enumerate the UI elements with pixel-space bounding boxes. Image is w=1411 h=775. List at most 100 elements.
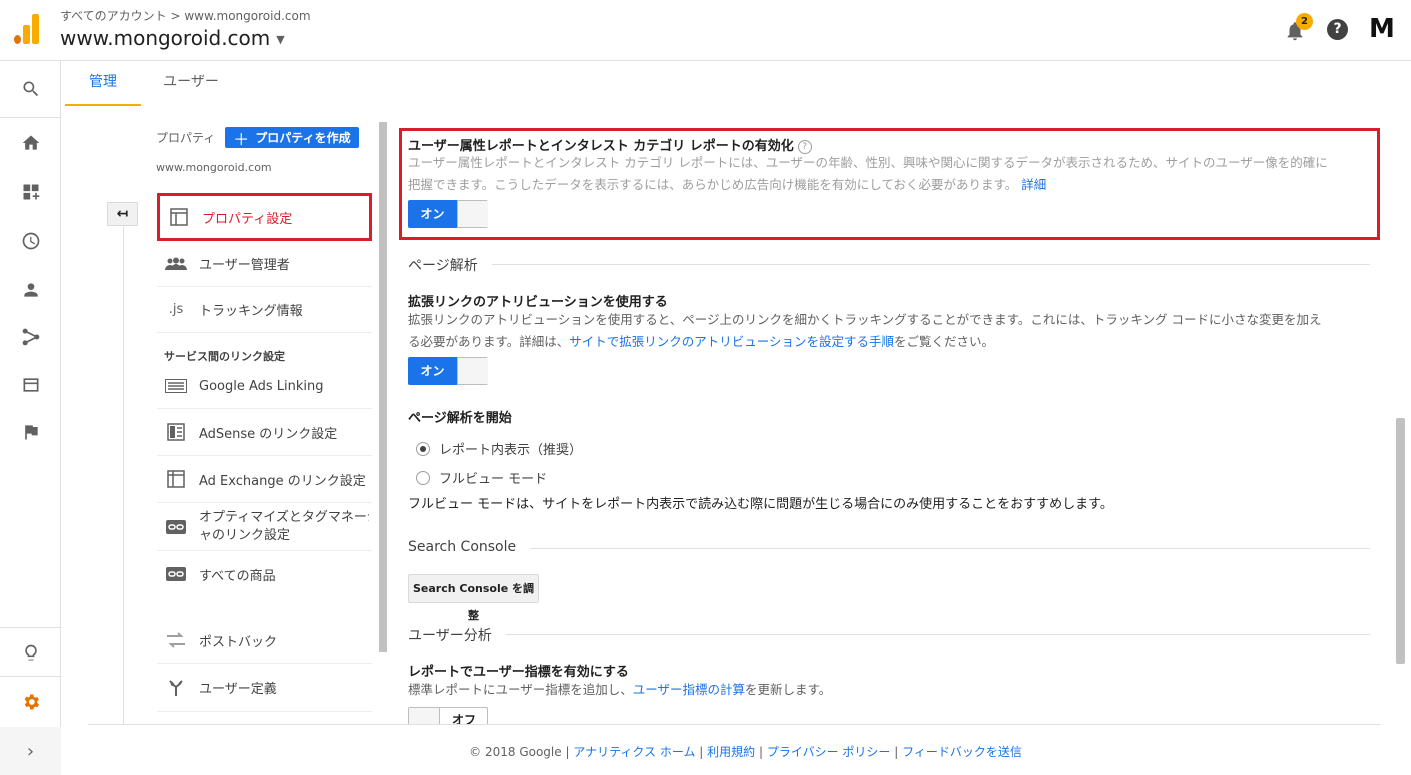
- copyright: © 2018 Google |: [469, 745, 570, 759]
- settings-gear-icon[interactable]: [0, 678, 61, 726]
- section-divider: [408, 634, 1370, 635]
- create-property-label: プロパティを作成: [255, 131, 351, 145]
- toggle-knob: [409, 708, 440, 725]
- main-scrollbar[interactable]: [1396, 418, 1405, 664]
- account-name: www.mongoroid.com: [60, 26, 271, 50]
- home-icon[interactable]: [0, 119, 61, 167]
- footer: © 2018 Google | アナリティクス ホーム | 利用規約 | プライ…: [469, 745, 1022, 759]
- sidebar-item-google-ads-linking[interactable]: Google Ads Linking: [157, 364, 372, 409]
- radio-selected-icon: [416, 441, 430, 456]
- user-metrics-toggle[interactable]: オフ: [408, 707, 488, 725]
- learn-more-link[interactable]: 詳細: [1021, 177, 1046, 192]
- sidebar-item-adsense-linking[interactable]: AdSense のリンク設定: [157, 409, 372, 456]
- divider: [123, 226, 124, 725]
- sidebar-item-label-line1: オプティマイズとタグマネージ: [199, 509, 369, 525]
- demographics-toggle[interactable]: オン: [408, 200, 488, 228]
- sidebar-item-ad-exchange-linking[interactable]: Ad Exchange のリンク設定: [157, 456, 372, 503]
- enhanced-link-title: 拡張リンクのアトリビューションを使用する: [408, 295, 668, 310]
- link-icon: [165, 563, 187, 585]
- customization-icon[interactable]: [0, 168, 61, 216]
- radio-in-report[interactable]: レポート内表示（推奨）: [416, 439, 582, 458]
- custom-definition-icon: [165, 677, 187, 699]
- sidebar-item-label: AdSense のリンク設定: [199, 426, 338, 442]
- search-icon[interactable]: [0, 65, 61, 113]
- analytics-logo-icon[interactable]: [14, 14, 40, 44]
- user-metrics-desc-pre: 標準レポートにユーザー指標を追加し、: [408, 682, 633, 697]
- sidebar-item-label: ポストバック: [199, 634, 278, 650]
- account-selector[interactable]: www.mongoroid.com ▼: [60, 26, 285, 50]
- user-metrics-description: 標準レポートにユーザー指標を追加し、ユーザー指標の計算を更新します。: [408, 679, 1368, 701]
- layout-icon: [168, 206, 190, 228]
- adjust-search-console-button[interactable]: Search Console を調整: [408, 574, 539, 622]
- enhanced-desc-line1: 拡張リンクのアトリビューションを使用すると、ページ上のリンクを細かくトラッキング…: [408, 312, 1322, 327]
- enhanced-link-description: 拡張リンクのアトリビューションを使用すると、ページ上のリンクを細かくトラッキング…: [408, 309, 1368, 353]
- sidebar-item-user-management[interactable]: ユーザー管理者: [157, 241, 372, 287]
- sidebar-item-label: ユーザー定義: [199, 682, 277, 697]
- property-header: プロパティ ＋ プロパティを作成: [156, 127, 359, 149]
- sidebar-item-optimize-tag-manager-linking[interactable]: オプティマイズとタグマネージ ャのリンク設定: [157, 503, 372, 551]
- tab-users[interactable]: ユーザー: [152, 62, 230, 106]
- footer-link-analytics-home[interactable]: アナリティクス ホーム: [573, 745, 695, 759]
- enhanced-link-setup-link[interactable]: サイトで拡張リンクのアトリビューションを設定する手順: [569, 334, 894, 349]
- demographics-desc-line1: ユーザー属性レポートとインタレスト カテゴリ レポートには、ユーザーの年齢、性別…: [408, 155, 1328, 170]
- sidebar-item-tracking-info[interactable]: .js トラッキング情報: [157, 287, 372, 333]
- postback-icon: [165, 629, 187, 651]
- top-header: すべてのアカウント > www.mongoroid.com www.mongor…: [0, 0, 1411, 61]
- property-label: プロパティ: [156, 131, 216, 145]
- enhanced-desc-line2-wrap: る必要があります。詳細は、サイトで拡張リンクのアトリビューションを設定する手順を…: [408, 331, 1368, 353]
- page-analytics-start-label: ページ解析を開始: [408, 411, 512, 426]
- acquisition-icon[interactable]: [0, 313, 61, 361]
- js-icon: .js: [168, 302, 184, 317]
- full-view-note: フルビュー モードは、サイトをレポート内表示で読み込む際に問題が生じる場合にのみ…: [408, 497, 1113, 512]
- footer-link-feedback[interactable]: フィードバックを送信: [902, 745, 1022, 759]
- toggle-off-label: オフ: [451, 713, 476, 725]
- create-property-button[interactable]: ＋ プロパティを作成: [225, 127, 359, 149]
- breadcrumb[interactable]: すべてのアカウント > www.mongoroid.com: [60, 7, 311, 24]
- behavior-icon[interactable]: [0, 361, 61, 409]
- sidebar-item-postbacks[interactable]: ポストバック: [157, 617, 372, 664]
- section-divider: [408, 548, 1370, 549]
- demographics-desc-line2-wrap: 把握できます。こうしたデータを表示するには、あらかじめ広告向け機能を有効にしてお…: [408, 174, 1368, 196]
- sidebar-item-label: トラッキング情報: [199, 304, 303, 319]
- page-analytics-section-title: ページ解析: [408, 255, 492, 275]
- sidebar-item-label: Google Ads Linking: [199, 378, 324, 394]
- chevron-down-icon: ▼: [276, 33, 285, 46]
- avatar[interactable]: M: [1369, 14, 1395, 44]
- radio-label: フルビュー モード: [439, 472, 548, 487]
- footer-divider: [88, 724, 1380, 725]
- enhanced-link-toggle[interactable]: オン: [408, 357, 488, 385]
- sidebar-item-label: Ad Exchange のリンク設定: [199, 473, 366, 489]
- tab-admin[interactable]: 管理: [65, 62, 141, 106]
- column-scrollbar[interactable]: [379, 122, 387, 652]
- toggle-on-label: オン: [408, 357, 457, 385]
- toggle-knob: [457, 358, 488, 384]
- ads-icon: [165, 375, 187, 397]
- sidebar-item-label: プロパティ設定: [202, 211, 293, 227]
- plus-icon: ＋: [233, 129, 250, 149]
- property-url: www.mongoroid.com: [156, 161, 272, 174]
- footer-link-privacy[interactable]: プライバシー ポリシー: [767, 745, 891, 759]
- realtime-clock-icon[interactable]: [0, 217, 61, 265]
- audience-person-icon[interactable]: [0, 266, 61, 314]
- user-metrics-calc-link[interactable]: ユーザー指標の計算: [633, 682, 745, 697]
- radio-full-view[interactable]: フルビュー モード: [416, 468, 547, 487]
- link-icon: [165, 516, 187, 538]
- toggle-knob: [457, 201, 488, 227]
- sidebar-item-custom-definitions[interactable]: ユーザー定義: [157, 664, 372, 712]
- back-arrow-icon[interactable]: ↤: [107, 202, 138, 226]
- users-icon: [165, 253, 187, 275]
- footer-link-terms[interactable]: 利用規約: [707, 745, 755, 759]
- sidebar-item-all-products[interactable]: すべての商品: [157, 551, 372, 597]
- product-linking-section-label: サービス間のリンク設定: [164, 350, 285, 363]
- search-console-section-title: Search Console: [408, 539, 531, 555]
- adsense-icon: [165, 421, 187, 443]
- sidebar-item-label-line2: ャのリンク設定: [199, 527, 291, 543]
- conversions-flag-icon[interactable]: [0, 408, 61, 456]
- help-icon[interactable]: ?: [1327, 19, 1348, 40]
- sidebar-item-label: すべての商品: [199, 568, 276, 584]
- notification-count-badge: 2: [1296, 13, 1313, 30]
- section-divider: [408, 264, 1370, 265]
- sidebar-item-property-settings[interactable]: プロパティ設定: [157, 193, 372, 241]
- sidebar-item-label-wrap: オプティマイズとタグマネージ ャのリンク設定: [199, 509, 369, 545]
- lightbulb-icon[interactable]: [0, 629, 61, 677]
